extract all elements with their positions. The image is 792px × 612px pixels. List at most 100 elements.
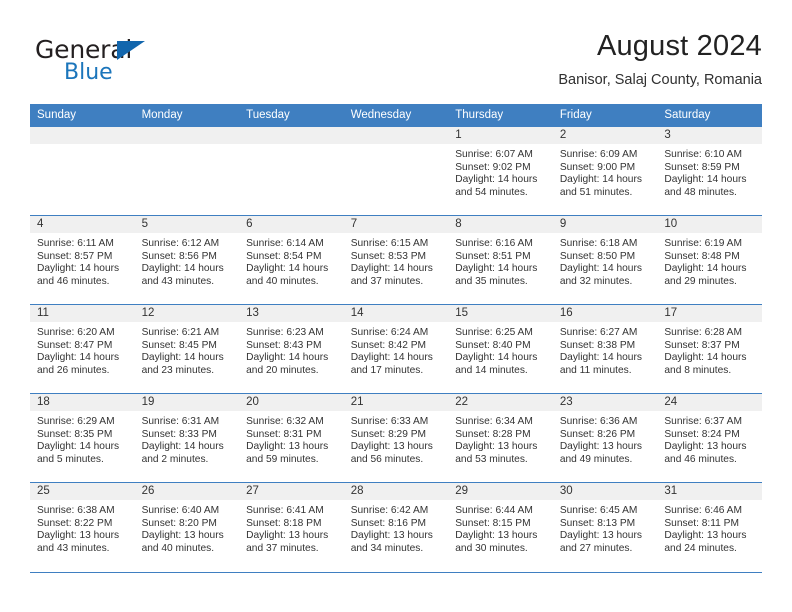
day-detail-line: Sunrise: 6:31 AM <box>141 416 220 427</box>
day-number: 26 <box>134 483 240 500</box>
day-details <box>344 144 449 149</box>
day-number: 9 <box>552 216 658 233</box>
day-detail-line: Sunset: 8:22 PM <box>37 517 113 529</box>
day-number: 16 <box>552 305 658 322</box>
day-detail-line: Sunset: 8:15 PM <box>455 517 531 529</box>
day-details: Sunrise: 6:28 AM Sunset: 8:37 PM Daylight:… <box>657 322 762 377</box>
day-details: Sunrise: 6:42 AM Sunset: 8:16 PM Daylight:… <box>344 500 449 555</box>
day-detail-line: Sunrise: 6:24 AM <box>350 327 429 338</box>
day-number: 7 <box>343 216 449 233</box>
calendar-grid: Sunday Monday Tuesday Wednesday Thursday Frid… <box>30 104 762 572</box>
day-detail-line: Sunset: 8:42 PM <box>350 339 427 351</box>
calendar-cell-empty <box>239 126 344 216</box>
day-detail-line: Daylight: 14 hours <box>559 174 642 186</box>
calendar-day-cell[interactable]: 27 Sunrise: 6:41 AM Sunset: 8:18 PM Dayligh… <box>239 482 344 572</box>
calendar-day-cell[interactable]: 25 Sunrise: 6:38 AM Sunset: 8:22 PM Dayligh… <box>30 482 135 572</box>
day-detail-line: Sunset: 8:45 PM <box>141 339 217 351</box>
calendar-bottom-rule <box>30 572 762 573</box>
calendar-day-cell[interactable]: 31 Sunrise: 6:46 AM Sunset: 8:11 PM Dayligh… <box>657 482 762 572</box>
calendar-day-cell[interactable]: 10 Sunrise: 6:19 AM Sunset: 8:48 PM Dayligh… <box>657 215 762 305</box>
calendar-day-cell[interactable]: 5 Sunrise: 6:12 AM Sunset: 8:56 PM Daylight… <box>134 215 240 305</box>
calendar-day-cell[interactable]: 3 Sunrise: 6:10 AM Sunset: 8:59 PM Daylight… <box>657 126 762 216</box>
day-details: Sunrise: 6:40 AM Sunset: 8:20 PM Daylight:… <box>135 500 240 555</box>
day-detail-line: Daylight: 13 hours <box>246 441 329 453</box>
calendar-day-cell[interactable]: 20 Sunrise: 6:32 AM Sunset: 8:31 PM Dayligh… <box>239 393 344 483</box>
day-detail-line: Sunrise: 6:23 AM <box>246 327 324 338</box>
day-detail-line: Sunrise: 6:20 AM <box>37 327 115 338</box>
day-detail-line: and 20 minutes. <box>246 364 319 376</box>
calendar-day-cell[interactable]: 17 Sunrise: 6:28 AM Sunset: 8:37 PM Dayligh… <box>657 304 762 394</box>
calendar-day-cell[interactable]: 19 Sunrise: 6:31 AM Sunset: 8:33 PM Dayligh… <box>134 393 240 483</box>
day-detail-line: Sunrise: 6:27 AM <box>559 327 638 338</box>
day-detail-line: Daylight: 14 hours <box>664 352 747 364</box>
calendar-day-cell[interactable]: 7 Sunrise: 6:15 AM Sunset: 8:53 PM Daylight… <box>343 215 449 305</box>
calendar-day-cell[interactable]: 30 Sunrise: 6:45 AM Sunset: 8:13 PM Dayligh… <box>552 482 658 572</box>
day-detail-line: and 11 minutes. <box>559 364 632 376</box>
day-detail-line: Sunrise: 6:07 AM <box>455 149 533 160</box>
day-number: 24 <box>657 394 762 411</box>
day-detail-line: and 49 minutes. <box>559 453 633 465</box>
calendar-head: Sunday Monday Tuesday Wednesday Thursday Frid… <box>30 104 762 127</box>
calendar-day-cell[interactable]: 18 Sunrise: 6:29 AM Sunset: 8:35 PM Dayligh… <box>30 393 135 483</box>
calendar-day-cell[interactable]: 21 Sunrise: 6:33 AM Sunset: 8:29 PM Dayligh… <box>343 393 449 483</box>
day-detail-line: Sunset: 8:48 PM <box>664 250 740 262</box>
day-detail-line: Sunrise: 6:37 AM <box>664 416 742 427</box>
day-detail-line: Daylight: 14 hours <box>37 263 120 275</box>
day-detail-line: and 37 minutes. <box>350 275 424 287</box>
day-detail-line: Daylight: 13 hours <box>455 441 538 453</box>
calendar-day-cell[interactable]: 14 Sunrise: 6:24 AM Sunset: 8:42 PM Dayligh… <box>343 304 449 394</box>
day-detail-line: Daylight: 14 hours <box>455 352 538 364</box>
day-detail-line: Sunrise: 6:21 AM <box>141 327 220 338</box>
calendar-day-cell[interactable]: 16 Sunrise: 6:27 AM Sunset: 8:38 PM Dayligh… <box>552 304 658 394</box>
day-detail-line: Sunset: 8:51 PM <box>455 250 531 262</box>
day-detail-line: Daylight: 13 hours <box>664 530 747 542</box>
day-detail-line: Sunrise: 6:36 AM <box>559 416 638 427</box>
weekday-header-row: Sunday Monday Tuesday Wednesday Thursday Frid… <box>30 104 762 127</box>
day-details: Sunrise: 6:15 AM Sunset: 8:53 PM Daylight:… <box>344 233 449 288</box>
weekday-header-tuesday: Tuesday <box>239 104 344 127</box>
day-detail-line: and 17 minutes. <box>350 364 424 376</box>
day-details: Sunrise: 6:24 AM Sunset: 8:42 PM Daylight:… <box>344 322 449 377</box>
calendar-day-cell[interactable]: 26 Sunrise: 6:40 AM Sunset: 8:20 PM Dayligh… <box>134 482 240 572</box>
day-detail-line: Sunset: 8:24 PM <box>664 428 740 440</box>
calendar-day-cell[interactable]: 12 Sunrise: 6:21 AM Sunset: 8:45 PM Dayligh… <box>134 304 240 394</box>
calendar-day-cell[interactable]: 28 Sunrise: 6:42 AM Sunset: 8:16 PM Dayligh… <box>343 482 449 572</box>
day-detail-line: Daylight: 14 hours <box>246 263 329 275</box>
brand-logo[interactable]: General Blue <box>35 36 215 92</box>
calendar-day-cell[interactable]: 8 Sunrise: 6:16 AM Sunset: 8:51 PM Daylight… <box>448 215 553 305</box>
day-details: Sunrise: 6:44 AM Sunset: 8:15 PM Daylight:… <box>448 500 553 555</box>
day-detail-line: and 40 minutes. <box>141 542 215 554</box>
day-detail-line: and 29 minutes. <box>664 275 737 287</box>
day-number: 1 <box>448 127 553 144</box>
calendar-day-cell[interactable]: 6 Sunrise: 6:14 AM Sunset: 8:54 PM Daylight… <box>239 215 344 305</box>
day-details: Sunrise: 6:07 AM Sunset: 9:02 PM Daylight:… <box>448 144 553 199</box>
weekday-header-saturday: Saturday <box>657 104 762 127</box>
day-detail-line: Sunrise: 6:16 AM <box>455 238 533 249</box>
calendar-day-cell[interactable]: 4 Sunrise: 6:11 AM Sunset: 8:57 PM Daylight… <box>30 215 135 305</box>
day-number <box>239 127 344 144</box>
calendar-day-cell[interactable]: 13 Sunrise: 6:23 AM Sunset: 8:43 PM Dayligh… <box>239 304 344 394</box>
day-details <box>239 144 344 149</box>
calendar-day-cell[interactable]: 15 Sunrise: 6:25 AM Sunset: 8:40 PM Dayligh… <box>448 304 553 394</box>
day-number: 14 <box>343 305 449 322</box>
day-detail-line: Sunrise: 6:44 AM <box>455 505 533 516</box>
calendar-day-cell[interactable]: 1 Sunrise: 6:07 AM Sunset: 9:02 PM Daylight… <box>448 126 553 216</box>
calendar-day-cell[interactable]: 23 Sunrise: 6:36 AM Sunset: 8:26 PM Dayligh… <box>552 393 658 483</box>
calendar-day-cell[interactable]: 9 Sunrise: 6:18 AM Sunset: 8:50 PM Daylight… <box>552 215 658 305</box>
day-detail-line: and 35 minutes. <box>455 275 528 287</box>
day-detail-line: and 26 minutes. <box>37 364 110 376</box>
day-number: 15 <box>448 305 553 322</box>
calendar-week-row: 4 Sunrise: 6:11 AM Sunset: 8:57 PM Daylight… <box>30 215 762 305</box>
calendar-day-cell[interactable]: 29 Sunrise: 6:44 AM Sunset: 8:15 PM Dayligh… <box>448 482 553 572</box>
day-number: 17 <box>657 305 762 322</box>
calendar-week-row: 18 Sunrise: 6:29 AM Sunset: 8:35 PM Dayligh… <box>30 393 762 483</box>
title-block: August 2024 Banisor, Salaj County, Roman… <box>558 28 762 89</box>
day-detail-line: Sunrise: 6:29 AM <box>37 416 115 427</box>
calendar-day-cell[interactable]: 22 Sunrise: 6:34 AM Sunset: 8:28 PM Dayligh… <box>448 393 553 483</box>
triangle-flag-icon <box>117 41 145 60</box>
calendar-day-cell[interactable]: 2 Sunrise: 6:09 AM Sunset: 9:00 PM Daylight… <box>552 126 658 216</box>
day-detail-line: Sunrise: 6:32 AM <box>246 416 324 427</box>
calendar-day-cell[interactable]: 24 Sunrise: 6:37 AM Sunset: 8:24 PM Dayligh… <box>657 393 762 483</box>
day-detail-line: Daylight: 13 hours <box>141 530 224 542</box>
calendar-day-cell[interactable]: 11 Sunrise: 6:20 AM Sunset: 8:47 PM Dayligh… <box>30 304 135 394</box>
